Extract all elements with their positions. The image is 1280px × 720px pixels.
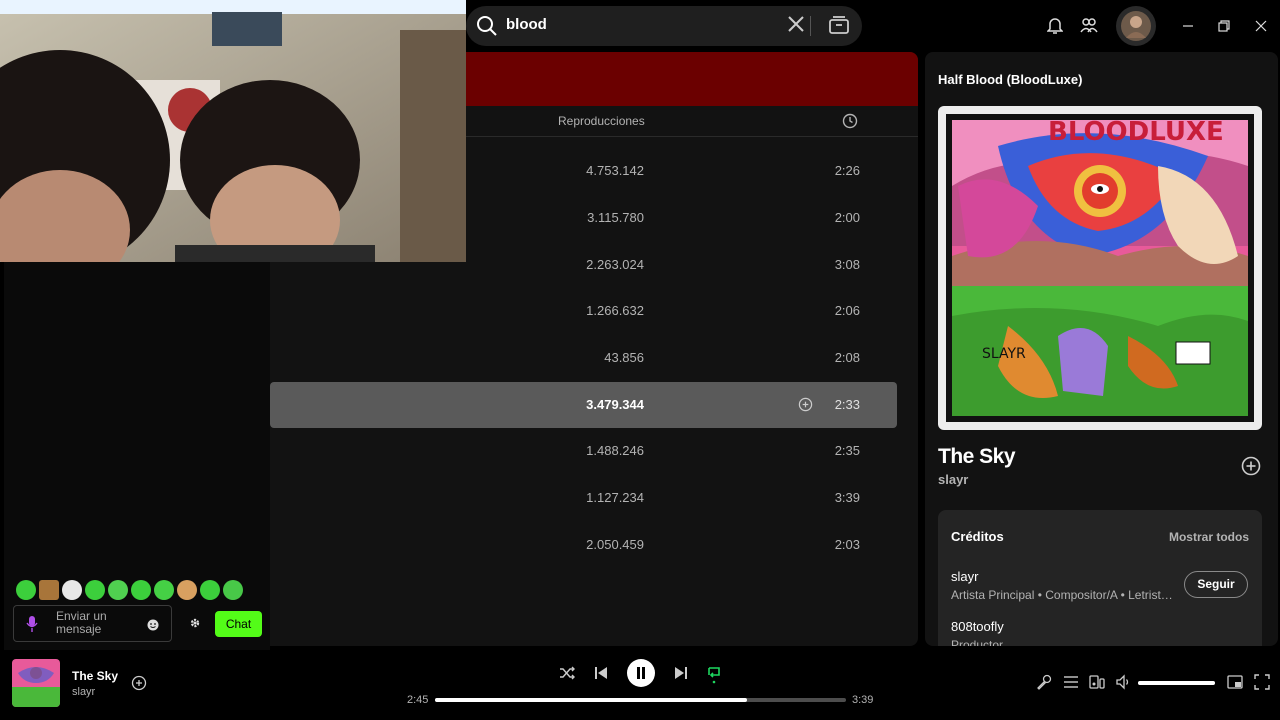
emote-icon[interactable] bbox=[200, 580, 220, 600]
clear-search-icon[interactable] bbox=[786, 14, 806, 39]
maximize-icon[interactable] bbox=[1218, 19, 1230, 37]
play-count: 1.266.632 bbox=[586, 303, 644, 318]
divider bbox=[810, 16, 811, 36]
player-album-cover[interactable] bbox=[12, 659, 60, 707]
search-input[interactable]: blood bbox=[506, 16, 547, 33]
elapsed-time: 2:45 bbox=[407, 694, 429, 706]
add-to-library-icon[interactable] bbox=[1241, 456, 1261, 481]
table-row[interactable]: 1.488.246 2:35 bbox=[270, 428, 897, 474]
play-count: 3.115.780 bbox=[587, 210, 644, 225]
emote-icon[interactable] bbox=[39, 580, 59, 600]
emote-icon[interactable] bbox=[131, 580, 151, 600]
emote-icon[interactable] bbox=[85, 580, 105, 600]
emote-icon[interactable] bbox=[108, 580, 128, 600]
minimize-icon[interactable] bbox=[1182, 18, 1194, 36]
emote-icon[interactable] bbox=[16, 580, 36, 600]
search-bar[interactable]: blood bbox=[466, 6, 862, 46]
track-artist[interactable]: slayr bbox=[938, 472, 968, 487]
credits-card: Créditos Mostrar todos slayr Artista Pri… bbox=[938, 510, 1262, 646]
track-duration: 2:26 bbox=[834, 163, 860, 178]
player-bar: The Sky slayr 2:45 3:39 bbox=[0, 650, 1280, 720]
credit-role: Productor bbox=[951, 638, 1004, 646]
svg-text:BLOODLUXE: BLOODLUXE bbox=[1048, 117, 1224, 147]
previous-icon[interactable] bbox=[593, 665, 609, 686]
plays-column-header: Reproducciones bbox=[558, 114, 645, 128]
show-all-credits-link[interactable]: Mostrar todos bbox=[1169, 530, 1249, 544]
album-cover: BLOODLUXE SLAYR bbox=[938, 106, 1262, 430]
play-count: 2.050.459 bbox=[586, 537, 644, 552]
search-icon bbox=[476, 15, 498, 42]
miniplayer-icon[interactable] bbox=[1227, 674, 1243, 695]
track-duration: 3:08 bbox=[834, 257, 860, 272]
emote-icon[interactable] bbox=[223, 580, 243, 600]
next-icon[interactable] bbox=[673, 665, 689, 686]
track-duration: 2:08 bbox=[834, 350, 860, 365]
credit-name[interactable]: slayr bbox=[951, 569, 978, 584]
shuffle-icon[interactable] bbox=[559, 665, 575, 686]
track-duration: 2:00 bbox=[834, 210, 860, 225]
table-row[interactable]: 43.856 2:08 bbox=[270, 335, 897, 381]
avatar[interactable] bbox=[1116, 6, 1156, 46]
table-row-selected[interactable]: 3.479.344 2:33 bbox=[270, 382, 897, 428]
play-count: 2.263.024 bbox=[586, 257, 644, 272]
webcam-overlay bbox=[0, 0, 466, 262]
play-count: 43.856 bbox=[604, 350, 644, 365]
close-icon[interactable] bbox=[1255, 19, 1267, 37]
play-count: 1.488.246 bbox=[586, 443, 644, 458]
player-track-title[interactable]: The Sky bbox=[72, 669, 118, 683]
pause-button[interactable] bbox=[627, 659, 655, 687]
volume-fill bbox=[1138, 681, 1215, 685]
credits-title: Créditos bbox=[951, 529, 1004, 544]
table-row[interactable]: 2.050.459 2:03 bbox=[270, 522, 897, 568]
chat-placeholder: Enviar un mensaje bbox=[56, 609, 107, 636]
emoji-icon[interactable] bbox=[147, 618, 159, 636]
microphone-icon[interactable] bbox=[26, 615, 38, 638]
table-row[interactable]: 1.266.632 2:06 bbox=[270, 288, 897, 334]
table-header: Reproducciones bbox=[466, 106, 918, 137]
emote-icon[interactable] bbox=[177, 580, 197, 600]
fullscreen-icon[interactable] bbox=[1254, 674, 1270, 695]
emote-icon[interactable] bbox=[154, 580, 174, 600]
track-duration: 2:35 bbox=[834, 443, 860, 458]
chat-message-input[interactable]: Enviar un mensaje bbox=[13, 605, 172, 642]
table-row[interactable]: 1.127.234 3:39 bbox=[270, 475, 897, 521]
chat-send-button[interactable]: Chat bbox=[215, 611, 262, 637]
repeat-icon[interactable] bbox=[706, 664, 722, 689]
queue-icon[interactable] bbox=[1063, 674, 1079, 695]
track-duration: 2:06 bbox=[834, 303, 860, 318]
credit-role: Artista Principal • Compositor/A • Letri… bbox=[951, 588, 1173, 602]
bell-icon[interactable] bbox=[1046, 16, 1064, 39]
progress-fill bbox=[435, 698, 748, 702]
stream-chat-panel: Enviar un mensaje Chat bbox=[4, 262, 270, 650]
player-track-artist[interactable]: slayr bbox=[72, 686, 95, 698]
progress-bar[interactable] bbox=[435, 698, 846, 702]
track-duration: 2:03 bbox=[834, 537, 860, 552]
header-banner bbox=[466, 52, 918, 106]
track-duration: 3:39 bbox=[834, 490, 860, 505]
browse-icon[interactable] bbox=[828, 14, 850, 41]
clock-icon bbox=[842, 113, 858, 134]
album-title[interactable]: Half Blood (BloodLuxe) bbox=[938, 72, 1082, 87]
play-count: 3.479.344 bbox=[586, 397, 644, 412]
svg-text:SLAYR: SLAYR bbox=[982, 346, 1026, 362]
follow-button[interactable]: Seguir bbox=[1184, 571, 1248, 598]
track-title[interactable]: The Sky bbox=[938, 445, 1016, 469]
credit-name[interactable]: 808toofly bbox=[951, 619, 1004, 634]
chat-settings-icon[interactable] bbox=[189, 616, 201, 634]
volume-icon[interactable] bbox=[1116, 674, 1132, 695]
connect-device-icon[interactable] bbox=[1089, 674, 1105, 695]
mic-lyrics-icon[interactable] bbox=[1036, 674, 1052, 695]
now-playing-panel: Half Blood (BloodLuxe) BLOODLUXE SLAYR T… bbox=[925, 52, 1278, 646]
emote-bar bbox=[16, 580, 243, 600]
play-count: 1.127.234 bbox=[586, 490, 644, 505]
add-to-library-icon[interactable] bbox=[131, 675, 147, 696]
friends-activity-icon[interactable] bbox=[1080, 16, 1098, 39]
emote-icon[interactable] bbox=[62, 580, 82, 600]
volume-slider[interactable] bbox=[1138, 681, 1215, 685]
track-duration: 2:33 bbox=[834, 397, 860, 412]
add-to-playlist-icon[interactable] bbox=[798, 397, 813, 417]
total-time: 3:39 bbox=[852, 694, 874, 706]
play-count: 4.753.142 bbox=[586, 163, 644, 178]
